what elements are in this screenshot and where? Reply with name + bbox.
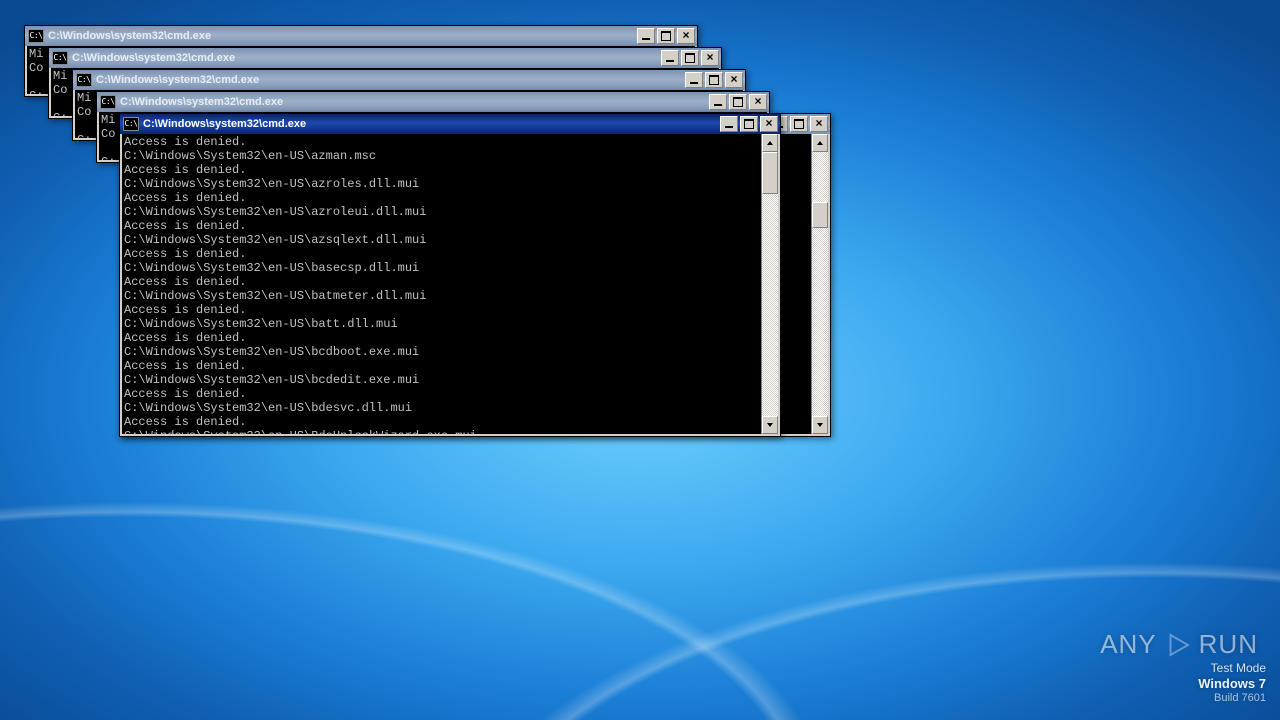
brand-pre: ANY (1100, 629, 1156, 660)
close-button[interactable] (725, 72, 743, 88)
maximize-button[interactable] (790, 116, 808, 132)
close-button[interactable] (749, 94, 767, 110)
maximize-button[interactable] (705, 72, 723, 88)
watermark-line2: Windows 7 (1198, 676, 1266, 692)
scroll-up-button[interactable] (812, 134, 828, 152)
window-title: C:\Windows\system32\cmd.exe (143, 114, 716, 134)
minimize-button[interactable] (709, 94, 727, 110)
maximize-button[interactable] (681, 50, 699, 66)
cmd-icon (76, 73, 92, 87)
minimize-button[interactable] (637, 28, 655, 44)
desktop-watermark: Test Mode Windows 7 Build 7601 (1198, 661, 1266, 706)
vertical-scrollbar[interactable] (761, 134, 778, 434)
window-title: C:\Windows\system32\cmd.exe (96, 70, 681, 90)
minimize-button[interactable] (685, 72, 703, 88)
title-bar[interactable]: C:\Windows\system32\cmd.exe (25, 26, 697, 46)
scroll-up-button[interactable] (762, 134, 778, 152)
desktop: { "watermark": {"line1":"Test Mode","lin… (0, 0, 1280, 720)
window-title: C:\Windows\system32\cmd.exe (72, 48, 657, 68)
close-button[interactable] (701, 50, 719, 66)
minimize-button[interactable] (720, 116, 738, 132)
vertical-scrollbar[interactable] (811, 134, 828, 434)
title-bar[interactable]: C:\Windows\system32\cmd.exe (97, 92, 769, 112)
vertical-scrollbar[interactable] (834, 190, 852, 482)
anyrun-watermark: ANY RUN (1100, 629, 1258, 660)
watermark-line1: Test Mode (1198, 661, 1266, 676)
console-client: Access is denied. C:\Windows\System32\en… (120, 134, 780, 436)
minimize-button[interactable] (661, 50, 679, 66)
scroll-thumb[interactable] (762, 152, 778, 194)
watermark-line3: Build 7601 (1198, 692, 1266, 706)
cmd-icon (123, 117, 139, 131)
scroll-down-button[interactable] (762, 416, 778, 434)
cmd-icon (28, 29, 44, 43)
title-bar[interactable]: C:\Windows\system32\cmd.exe (73, 70, 745, 90)
maximize-button[interactable] (729, 94, 747, 110)
close-button[interactable] (760, 116, 778, 132)
scroll-down-button[interactable] (812, 416, 828, 434)
close-button[interactable] (677, 28, 695, 44)
scroll-thumb[interactable] (812, 202, 828, 228)
scroll-track[interactable] (812, 152, 828, 416)
title-bar[interactable]: C:\Windows\system32\cmd.exe (120, 114, 780, 134)
cmd-icon (52, 51, 68, 65)
title-bar[interactable]: C:\Windows\system32\cmd.exe (49, 48, 721, 68)
scroll-track[interactable] (762, 152, 778, 416)
window-title: C:\Windows\system32\cmd.exe (48, 26, 633, 46)
close-button[interactable] (810, 116, 828, 132)
brand-post: RUN (1199, 629, 1258, 660)
console-output: Access is denied. C:\Windows\System32\en… (122, 134, 761, 434)
window-title: C:\Windows\system32\cmd.exe (120, 92, 705, 112)
play-icon (1163, 630, 1193, 660)
cmd-icon (100, 95, 116, 109)
cmd-window[interactable]: C:\Windows\system32\cmd.exeAccess is den… (119, 113, 781, 437)
maximize-button[interactable] (740, 116, 758, 132)
maximize-button[interactable] (657, 28, 675, 44)
